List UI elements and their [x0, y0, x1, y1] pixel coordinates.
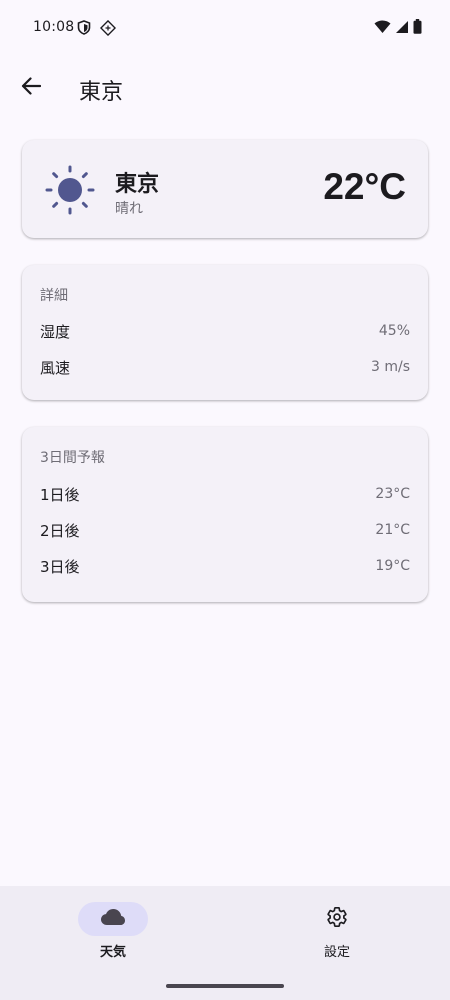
gear-icon: [326, 906, 348, 932]
detail-value: 3 m/s: [370, 359, 410, 375]
battery-icon: [413, 19, 422, 38]
forecast-day: 3日後: [40, 557, 80, 576]
current-weather-card: 東京 晴れ 22°C: [22, 140, 428, 238]
forecast-day: 2日後: [40, 521, 80, 540]
detail-row-wind: 風速 3 m/s: [40, 357, 410, 377]
detail-label: 湿度: [40, 322, 71, 341]
weather-screen: 10:08 東京 東京 晴れ 22°C 詳細 湿度 45% 風速 3 m/s 3…: [0, 0, 450, 1000]
diamond-icon: [99, 19, 117, 37]
status-icons-right: [374, 19, 422, 38]
sun-icon: [44, 164, 96, 216]
forecast-temp: 21°C: [375, 522, 410, 538]
status-time: 10:08: [33, 19, 75, 35]
bottom-navigation: 天気 設定: [0, 886, 450, 1000]
nav-item-weather[interactable]: 天気: [53, 902, 173, 966]
city-name: 東京: [115, 172, 160, 197]
shield-icon: [77, 20, 93, 36]
forecast-card: 3日間予報 1日後 23°C 2日後 21°C 3日後 19°C: [22, 427, 428, 602]
forecast-row: 1日後 23°C: [40, 484, 410, 504]
forecast-day: 1日後: [40, 485, 80, 504]
wifi-icon: [374, 19, 391, 38]
signal-icon: [395, 19, 409, 38]
current-temperature: 22°C: [323, 166, 406, 207]
home-indicator[interactable]: [166, 984, 284, 988]
page-title: 東京: [79, 80, 124, 105]
nav-active-indicator: [78, 902, 148, 936]
status-bar: 10:08: [0, 0, 450, 56]
forecast-row: 3日後 19°C: [40, 556, 410, 576]
nav-item-settings[interactable]: 設定: [277, 902, 397, 966]
forecast-temp: 23°C: [375, 486, 410, 502]
nav-indicator: [302, 902, 372, 936]
forecast-heading: 3日間予報: [40, 450, 105, 466]
top-app-bar: 東京: [0, 56, 450, 120]
details-heading: 詳細: [40, 288, 68, 304]
nav-label-settings: 設定: [323, 945, 350, 960]
weather-condition: 晴れ: [115, 201, 143, 217]
nav-label-weather: 天気: [99, 945, 126, 960]
forecast-row: 2日後 21°C: [40, 520, 410, 540]
details-card: 詳細 湿度 45% 風速 3 m/s: [22, 265, 428, 400]
forecast-temp: 19°C: [375, 558, 410, 574]
arrow-back-icon: [21, 77, 42, 99]
detail-value: 45%: [378, 323, 410, 339]
detail-row-humidity: 湿度 45%: [40, 321, 410, 341]
detail-label: 風速: [40, 358, 71, 377]
back-button[interactable]: [14, 71, 48, 105]
cloud-icon: [100, 908, 126, 930]
